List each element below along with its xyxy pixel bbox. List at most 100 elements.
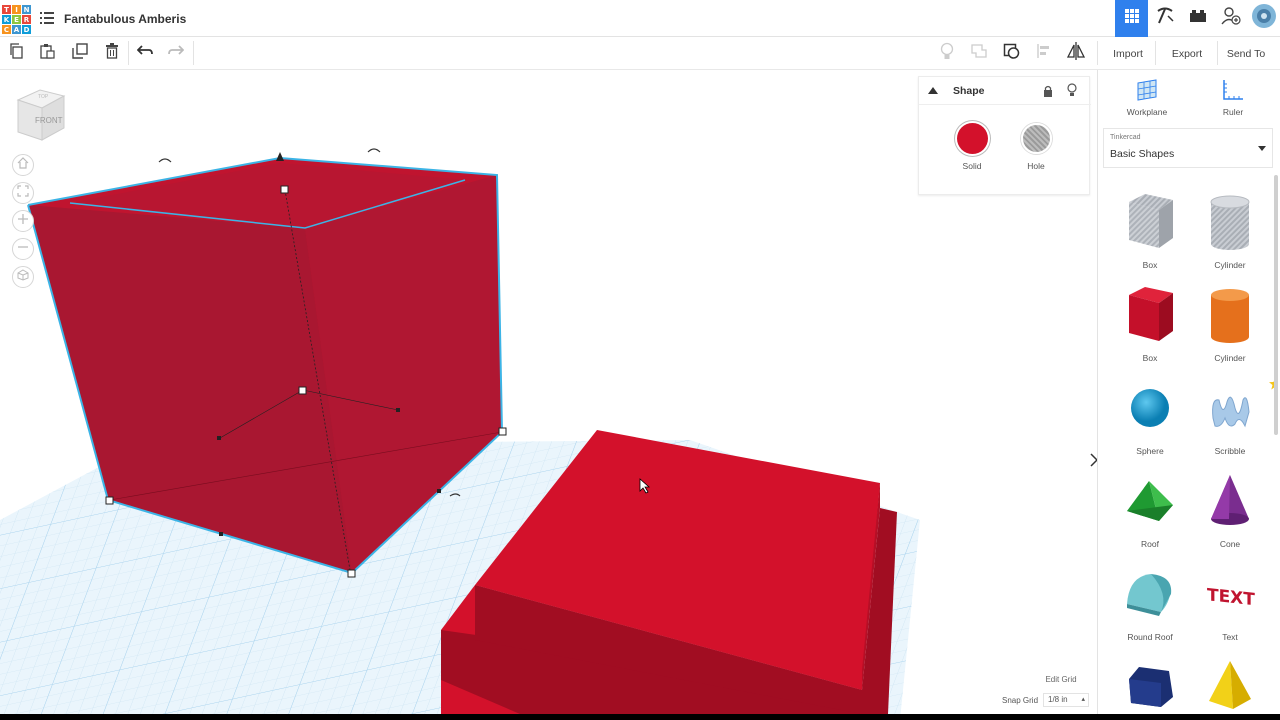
workplane-button[interactable] <box>1135 78 1159 107</box>
design-title[interactable]: Fantabulous Amberis <box>64 12 186 26</box>
export-button[interactable]: Export <box>1160 37 1214 70</box>
fit-view-button[interactable] <box>12 182 34 204</box>
shape-text[interactable]: TEXT Text <box>1190 556 1270 646</box>
text-shape-icon: TEXT <box>1207 585 1255 610</box>
mirror-button[interactable] <box>1065 41 1087 64</box>
logo-letter: R <box>22 15 31 24</box>
minus-icon <box>17 240 29 258</box>
send-to-button[interactable]: Send To <box>1220 37 1272 70</box>
viewcube-top-label: TOP <box>38 94 49 100</box>
import-button[interactable]: Import <box>1104 37 1152 70</box>
duplicate-button[interactable] <box>69 42 91 64</box>
shape-name: Cone <box>1219 539 1241 549</box>
shape-polygon[interactable] <box>1110 649 1190 714</box>
box-hole-icon <box>1129 194 1173 248</box>
shape-library-select[interactable]: Tinkercad Basic Shapes <box>1103 128 1273 168</box>
lock-icon[interactable] <box>1043 84 1053 102</box>
duplicate-icon <box>72 42 88 64</box>
paste-button[interactable] <box>36 42 58 64</box>
toolbar-divider <box>193 41 194 65</box>
view-cube[interactable]: FRONT TOP <box>16 88 68 149</box>
codeblocks-view-button[interactable] <box>1148 0 1181 37</box>
add-user-icon <box>1220 7 1241 30</box>
cylinder-hole-icon <box>1210 195 1250 250</box>
delete-button[interactable] <box>101 42 123 64</box>
snap-grid-select[interactable]: 1/8 in ▴ <box>1043 693 1089 707</box>
pyramid-icon <box>1209 661 1251 709</box>
align-icon <box>1036 43 1052 64</box>
shape-name: Cylinder <box>1214 260 1246 270</box>
ruler-button[interactable] <box>1221 78 1245 107</box>
shape-round-roof[interactable]: Round Roof <box>1110 556 1190 646</box>
design-list-icon[interactable] <box>40 11 54 25</box>
polygon-icon <box>1129 667 1173 707</box>
3d-design-view-button[interactable] <box>1115 0 1148 37</box>
ruler-icon <box>1221 80 1245 106</box>
cylinder-icon <box>1211 289 1249 343</box>
shape-name: Scribble <box>1214 446 1246 456</box>
copy-button[interactable] <box>5 42 27 64</box>
logo-letter: A <box>12 25 21 34</box>
plus-icon <box>17 212 29 230</box>
lightbulb-icon[interactable] <box>1067 83 1077 102</box>
shape-box[interactable]: Box <box>1110 277 1190 367</box>
shape-roof[interactable]: Roof <box>1110 463 1190 553</box>
logo-letter: D <box>22 25 31 34</box>
shape-cylinder[interactable]: Cylinder <box>1190 277 1270 367</box>
shape-box-hole[interactable]: Box <box>1110 184 1190 274</box>
panel-collapse-toggle[interactable] <box>1090 453 1097 470</box>
viewcube-front-label: FRONT <box>35 116 63 125</box>
chevron-right-icon <box>1090 453 1097 470</box>
logo-letter: C <box>2 25 11 34</box>
scribble-icon <box>1212 396 1250 428</box>
add-user-button[interactable] <box>1214 0 1247 37</box>
shape-name: Round Roof <box>1127 632 1173 642</box>
pickaxe-icon <box>1155 7 1175 30</box>
logo-letter: N <box>22 5 31 14</box>
user-avatar[interactable] <box>1247 0 1280 37</box>
perspective-button[interactable] <box>12 266 34 288</box>
sphere-icon <box>1131 389 1169 427</box>
shape-scribble[interactable]: Scribble <box>1190 370 1274 460</box>
tinkercad-logo[interactable]: T I N K E R C A D <box>2 5 31 34</box>
zoom-out-button[interactable] <box>12 238 34 260</box>
solid-color-swatch[interactable] <box>957 123 988 154</box>
redo-icon <box>168 44 185 63</box>
panel-scrollbar[interactable] <box>1274 175 1278 435</box>
redo-button[interactable] <box>165 42 187 64</box>
shape-name: Text <box>1222 632 1238 642</box>
shape-pyramid[interactable] <box>1190 649 1270 714</box>
align-button[interactable] <box>1033 42 1055 64</box>
cone-icon <box>1211 475 1249 525</box>
zoom-in-button[interactable] <box>12 210 34 232</box>
library-name: Basic Shapes <box>1110 148 1175 160</box>
top-right-nav <box>1115 0 1280 37</box>
grid-icon <box>1124 8 1140 29</box>
notes-button[interactable] <box>936 42 958 64</box>
home-view-button[interactable] <box>12 154 34 176</box>
shape-cone[interactable]: Cone <box>1190 463 1270 553</box>
hole-swatch[interactable] <box>1021 123 1052 154</box>
edit-toolbar: Import Export Send To <box>0 37 1280 70</box>
toolbar-divider <box>1217 41 1218 65</box>
shapes-panel: Workplane Ruler Tinkercad Basic Shapes B… <box>1097 70 1280 714</box>
round-roof-icon <box>1127 574 1172 616</box>
edit-grid-button[interactable]: Edit Grid <box>1034 673 1088 687</box>
bricks-view-button[interactable] <box>1181 0 1214 37</box>
top-bar: T I N K E R C A D Fantabulous Amberis <box>0 0 1280 37</box>
collapse-inspector-icon[interactable] <box>927 84 939 102</box>
shape-name: Sphere <box>1136 446 1164 456</box>
ungroup-button[interactable] <box>1001 42 1023 64</box>
brick-icon <box>1189 9 1207 28</box>
fit-view-icon <box>17 184 29 202</box>
undo-icon <box>136 44 153 63</box>
group-shapes-button[interactable] <box>968 42 990 64</box>
shape-cylinder-hole[interactable]: Cylinder <box>1190 184 1270 274</box>
inspector-header: Shape <box>919 77 1091 105</box>
shape-sphere[interactable]: Sphere <box>1110 370 1190 460</box>
paste-icon <box>39 43 55 64</box>
logo-letter: E <box>12 15 21 24</box>
undo-button[interactable] <box>134 42 156 64</box>
toolbar-divider <box>128 41 129 65</box>
workplane-icon <box>1135 79 1159 106</box>
